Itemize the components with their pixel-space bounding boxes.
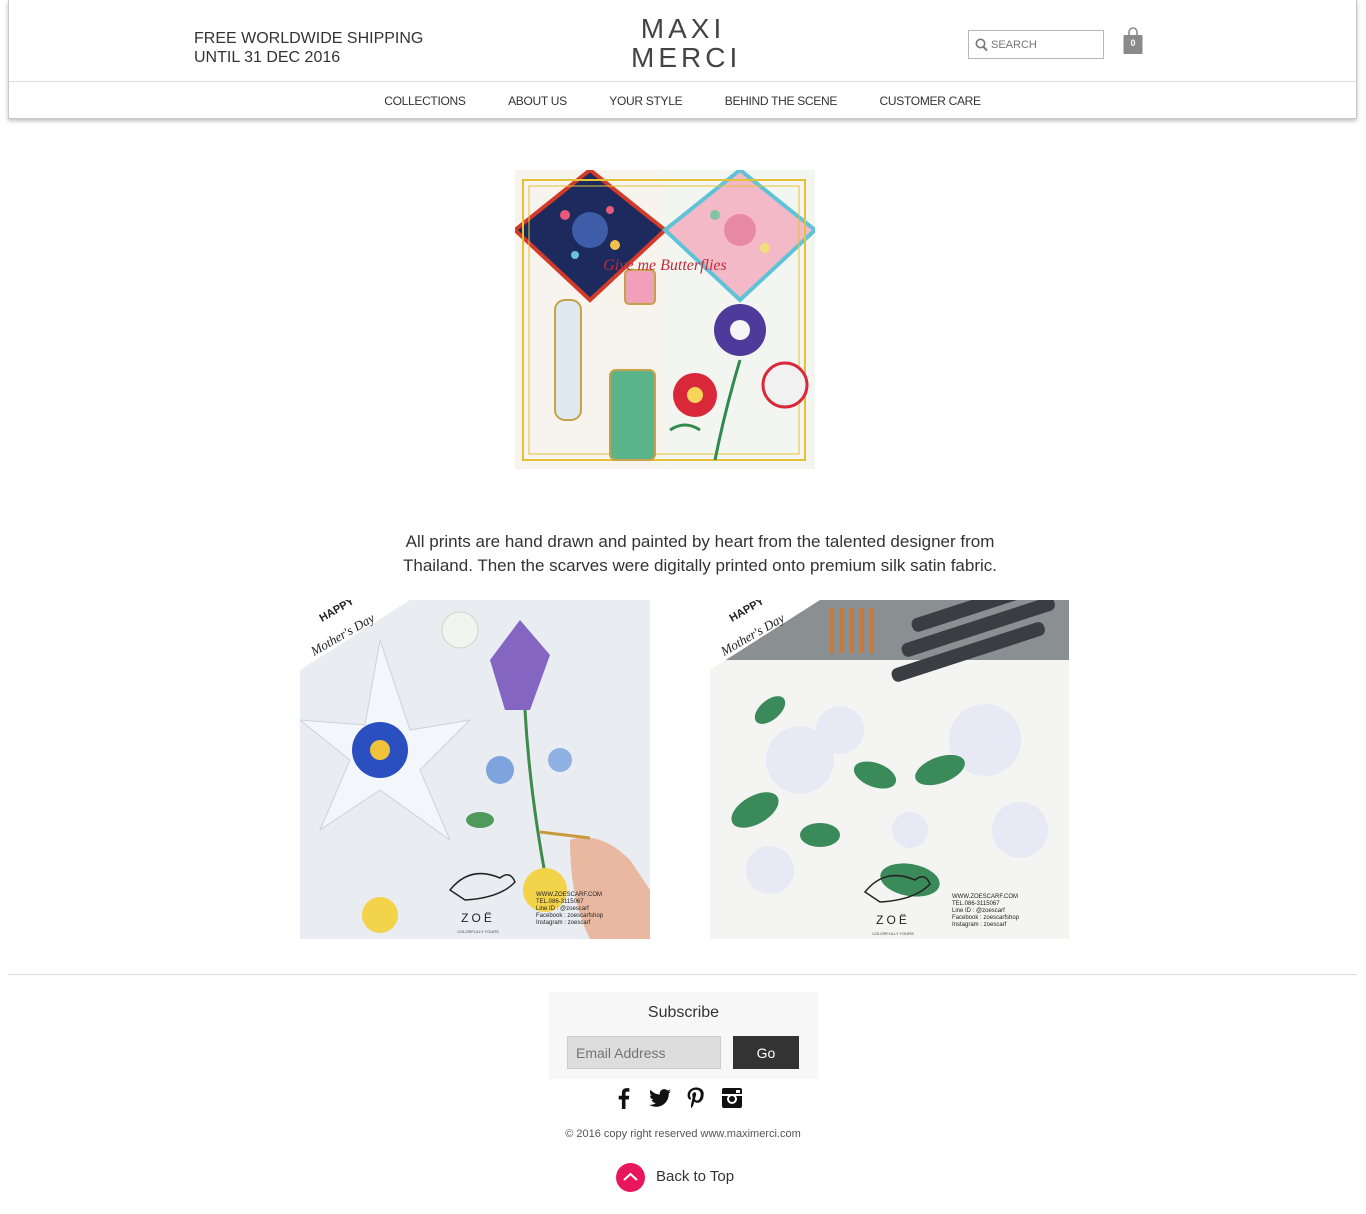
nav-your-style[interactable]: YOUR STYLE	[609, 82, 682, 120]
brand-tagline: COLORFULLY YOURS	[457, 929, 499, 934]
hero-artwork: Give me Butterflies	[515, 170, 815, 469]
shipping-banner: FREE WORLDWIDE SHIPPING UNTIL 31 DEC 201…	[194, 29, 423, 67]
contact-1-right: WWW.ZOESCARF.COM	[952, 894, 1018, 900]
search-input[interactable]	[991, 31, 1099, 58]
contact-2-right: TEL.086-3115067	[952, 901, 1000, 907]
subscribe-title: Subscribe	[647, 1004, 720, 1021]
footer-divider	[8, 974, 1357, 975]
contact-1: WWW.ZOESCARF.COM	[536, 892, 602, 898]
contact-4: Facebook : zoescarfshop	[536, 913, 604, 919]
cart-count: 0	[1130, 38, 1136, 48]
copyright-text: © 2016 copy right reserved www.maximerci…	[565, 1128, 801, 1140]
shipping-line-1: FREE WORLDWIDE SHIPPING	[194, 30, 424, 47]
nav-about-us[interactable]: ABOUT US	[508, 82, 567, 120]
contact-3-right: Line ID : @zoescarf	[952, 908, 1005, 914]
nav-behind-the-scene[interactable]: BEHIND THE SCENE	[725, 82, 838, 120]
brand-name: ZOË	[461, 911, 495, 925]
contact-5-right: Instagram : zoescarf	[952, 922, 1007, 928]
hero-scarf-image: Give me Butterflies	[515, 170, 815, 469]
facebook-icon[interactable]	[612, 1086, 636, 1110]
brand-tagline-right: COLORFULLY YOURS	[872, 931, 914, 936]
contact-2: TEL.086-3115067	[536, 899, 584, 905]
mothers-day-photo-right: HAPPY Mother's Day ZOË COLORFULLY YOURS …	[710, 600, 1069, 939]
pinterest-icon[interactable]	[684, 1086, 708, 1110]
logo-line-2: MERCI	[631, 42, 742, 73]
email-field[interactable]	[567, 1036, 721, 1069]
nav-collections[interactable]: COLLECTIONS	[384, 82, 466, 120]
site-logo[interactable]: MAXI MERCI	[631, 13, 742, 73]
back-to-top-label[interactable]: Back to Top	[656, 1168, 734, 1185]
chevron-up-icon[interactable]	[616, 1163, 645, 1192]
flower-painting-left: HAPPY Mother's Day ZOË COLORFULLY YOURS …	[300, 600, 650, 939]
contact-5: Instagram : zoescarf	[536, 920, 591, 926]
contact-4-right: Facebook : zoescarfshop	[952, 915, 1020, 921]
logo-line-1: MAXI	[640, 13, 726, 44]
subscribe-box: Subscribe Go	[549, 992, 818, 1079]
cart-button[interactable]: 0	[1123, 27, 1143, 55]
brand-name-right: ZOË	[876, 913, 910, 927]
description-text: All prints are hand drawn and painted by…	[402, 532, 998, 575]
subscribe-go-button[interactable]: Go	[733, 1036, 799, 1069]
instagram-icon[interactable]	[720, 1086, 744, 1110]
main-nav: COLLECTIONS ABOUT US YOUR STYLE BEHIND T…	[9, 82, 1356, 118]
hero-script-text: Give me Butterflies	[603, 257, 727, 274]
contact-3: Line ID : @zoescarf	[536, 906, 589, 912]
twitter-icon[interactable]	[648, 1086, 672, 1110]
shipping-line-2: UNTIL 31 DEC 2016	[194, 49, 341, 66]
site-header: FREE WORLDWIDE SHIPPING UNTIL 31 DEC 201…	[8, 0, 1357, 119]
mothers-day-photo-left: HAPPY Mother's Day ZOË COLORFULLY YOURS …	[300, 600, 650, 939]
search-icon[interactable]	[975, 38, 988, 52]
nav-customer-care[interactable]: CUSTOMER CARE	[880, 82, 982, 120]
flower-painting-right: HAPPY Mother's Day ZOË COLORFULLY YOURS …	[710, 600, 1069, 939]
search-box	[968, 30, 1104, 59]
